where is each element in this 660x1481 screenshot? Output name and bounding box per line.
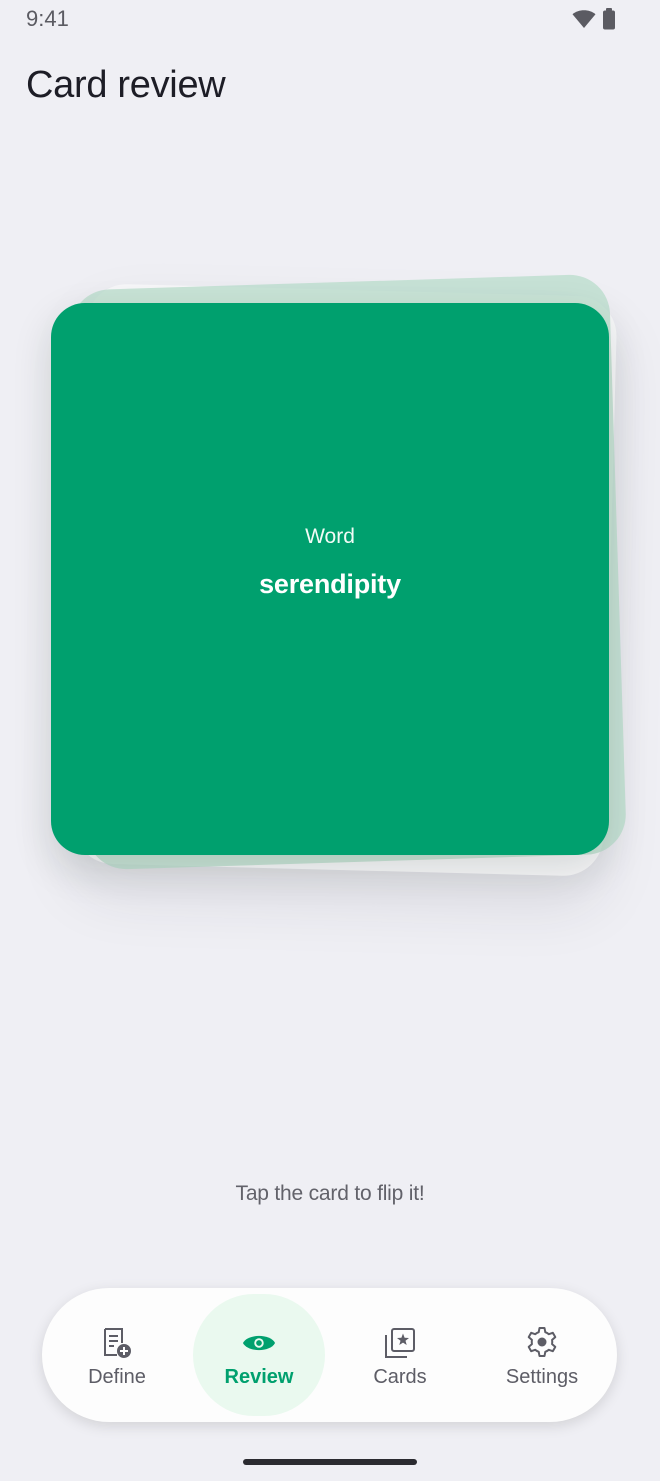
status-icons <box>572 8 616 35</box>
status-time: 9:41 <box>26 6 69 31</box>
status-bar: 9:41 <box>0 0 660 40</box>
nav-label-cards: Cards <box>373 1366 427 1388</box>
eye-icon <box>242 1326 276 1360</box>
home-indicator[interactable] <box>243 1459 417 1465</box>
battery-icon <box>602 8 616 35</box>
nav-item-settings[interactable]: Settings <box>477 1288 607 1422</box>
star-cards-icon <box>383 1326 417 1360</box>
card-label: Word <box>305 524 355 548</box>
define-note-add-icon <box>100 1326 134 1360</box>
flashcard[interactable]: Word serendipity <box>51 303 609 855</box>
nav-label-define: Define <box>88 1366 146 1388</box>
wifi-icon <box>572 9 596 34</box>
flip-hint: Tap the card to flip it! <box>235 1182 425 1205</box>
card-word: serendipity <box>259 568 401 599</box>
page-title: Card review <box>26 64 226 106</box>
nav-label-settings: Settings <box>505 1366 579 1388</box>
flashcard-stack: Word serendipity <box>0 260 660 920</box>
nav-item-review[interactable]: Review <box>194 1288 324 1422</box>
nav-item-cards[interactable]: Cards <box>335 1288 465 1422</box>
nav-label-review: Review <box>224 1366 294 1388</box>
bottom-nav-bar: Define Review Cards Settings <box>42 1288 617 1422</box>
gear-icon <box>525 1326 559 1360</box>
nav-item-define[interactable]: Define <box>52 1288 182 1422</box>
